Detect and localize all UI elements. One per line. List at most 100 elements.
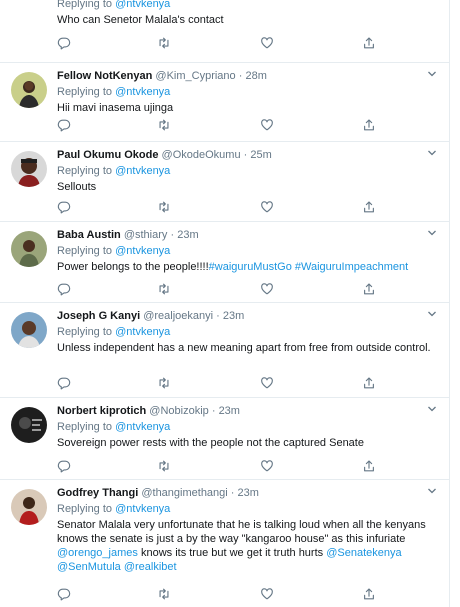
avatar[interactable] [11,231,47,267]
like-icon[interactable] [260,118,274,132]
like-icon[interactable] [260,282,274,296]
replying-to-mention[interactable]: @ntvkenya [115,326,170,338]
reply-icon[interactable] [57,282,71,296]
avatar[interactable] [11,489,47,525]
timestamp[interactable]: 23m [219,405,240,417]
hashtag-link[interactable]: #WaiguruImpeachment [295,261,408,273]
reply-icon[interactable] [57,118,71,132]
like-icon[interactable] [260,459,274,473]
tweet-header: Fellow NotKenyan @Kim_Cypriano · 28m [57,69,435,84]
replying-to-mention[interactable]: @ntvkenya [115,0,170,10]
tweet-text: Who can Senetor Malala's contact [57,14,224,26]
display-name[interactable]: Paul Okumu Okode [57,149,158,161]
tweet-actions [57,376,377,390]
avatar[interactable] [11,407,47,443]
mention-link[interactable]: @SenMutula [57,561,121,573]
user-handle[interactable]: @realjoekanyi [143,310,213,322]
tweet[interactable]: Norbert kiprotich @Nobizokip · 23m Reply… [0,398,449,480]
user-handle[interactable]: @thangimethangi [141,487,227,499]
separator: · [230,487,235,499]
replying-to-mention[interactable]: @ntvkenya [115,86,170,98]
like-icon[interactable] [260,376,274,390]
retweet-icon[interactable] [157,200,171,214]
mention-link[interactable]: @Senatekenya [326,547,401,559]
replying-to-line: Replying to @ntvkenya [57,420,435,435]
display-name[interactable]: Fellow NotKenyan [57,70,152,82]
tweet[interactable]: Replying to @ntvkenya Who can Senetor Ma… [0,0,449,63]
mention-link[interactable]: @orengo_james [57,547,138,559]
tweet-text-body: Power belongs to the people!!!! [57,261,209,273]
share-icon[interactable] [362,459,376,473]
replying-to-mention[interactable]: @ntvkenya [115,245,170,257]
replying-to-line: Replying to @ntvkenya [57,85,435,100]
replying-to-line: Replying to @ntvkenya [57,325,435,340]
user-handle[interactable]: @Nobizokip [149,405,208,417]
tweet[interactable]: Godfrey Thangi @thangimethangi · 23m Rep… [0,480,449,607]
replying-to-line: Replying to @ntvkenya [57,0,435,12]
tweet-header: Norbert kiprotich @Nobizokip · 23m [57,404,435,419]
hashtag-link[interactable]: #waiguruMustGo [209,261,292,273]
separator: · [238,70,243,82]
separator: · [211,405,216,417]
tweet-text: Senator Malala very unfortunate that he … [57,518,435,574]
share-icon[interactable] [362,587,376,601]
avatar[interactable] [11,151,47,187]
tweet-text: Hii mavi inasema ujinga [57,102,174,114]
share-icon[interactable] [362,376,376,390]
separator: · [216,310,220,322]
like-icon[interactable] [260,36,274,50]
retweet-icon[interactable] [157,118,171,132]
separator: · [243,149,248,161]
timestamp[interactable]: 28m [245,70,266,82]
replying-to-mention[interactable]: @ntvkenya [115,165,170,177]
timestamp[interactable]: 23m [223,310,244,322]
display-name[interactable]: Joseph G Kanyi [57,310,140,322]
share-icon[interactable] [362,118,376,132]
reply-icon[interactable] [57,587,71,601]
tweet-actions [57,282,377,296]
like-icon[interactable] [260,200,274,214]
user-handle[interactable]: @Kim_Cypriano [155,70,235,82]
tweet-header: Godfrey Thangi @thangimethangi · 23m [57,486,435,501]
share-icon[interactable] [362,36,376,50]
tweet-header: Baba Austin @sthiary · 23m [57,228,435,243]
retweet-icon[interactable] [157,587,171,601]
replying-to-label: Replying to [57,326,113,338]
replying-to-mention[interactable]: @ntvkenya [115,421,170,433]
tweet-text-body: Senator Malala very unfortunate that he … [57,519,426,545]
tweet-actions [57,587,377,601]
mention-link[interactable]: @realkibet [124,561,177,573]
retweet-icon[interactable] [157,459,171,473]
reply-icon[interactable] [57,376,71,390]
display-name[interactable]: Godfrey Thangi [57,487,138,499]
display-name[interactable]: Norbert kiprotich [57,405,146,417]
share-icon[interactable] [362,282,376,296]
tweet[interactable]: Baba Austin @sthiary · 23m Replying to @… [0,222,449,303]
user-handle[interactable]: @OkodeOkumu [162,149,241,161]
replying-to-line: Replying to @ntvkenya [57,502,435,517]
replying-to-mention[interactable]: @ntvkenya [115,503,170,515]
tweet-actions [57,36,377,50]
like-icon[interactable] [260,587,274,601]
retweet-icon[interactable] [157,376,171,390]
reply-icon[interactable] [57,200,71,214]
timestamp[interactable]: 23m [177,229,198,241]
user-handle[interactable]: @sthiary [124,229,168,241]
share-icon[interactable] [362,200,376,214]
avatar[interactable] [11,72,47,108]
display-name[interactable]: Baba Austin [57,229,121,241]
tweet[interactable]: Joseph G Kanyi @realjoekanyi · 23m Reply… [0,303,449,398]
avatar[interactable] [11,312,47,348]
retweet-icon[interactable] [157,36,171,50]
tweet-actions [57,200,377,214]
timestamp[interactable]: 25m [250,149,271,161]
timestamp[interactable]: 23m [238,487,259,499]
reply-icon[interactable] [57,36,71,50]
replying-to-line: Replying to @ntvkenya [57,244,435,259]
tweet[interactable]: Paul Okumu Okode @OkodeOkumu · 25m Reply… [0,142,449,222]
replying-to-label: Replying to [57,245,113,257]
retweet-icon[interactable] [157,282,171,296]
tweet-actions [57,459,377,473]
tweet[interactable]: Fellow NotKenyan @Kim_Cypriano · 28m Rep… [0,63,449,142]
reply-icon[interactable] [57,459,71,473]
